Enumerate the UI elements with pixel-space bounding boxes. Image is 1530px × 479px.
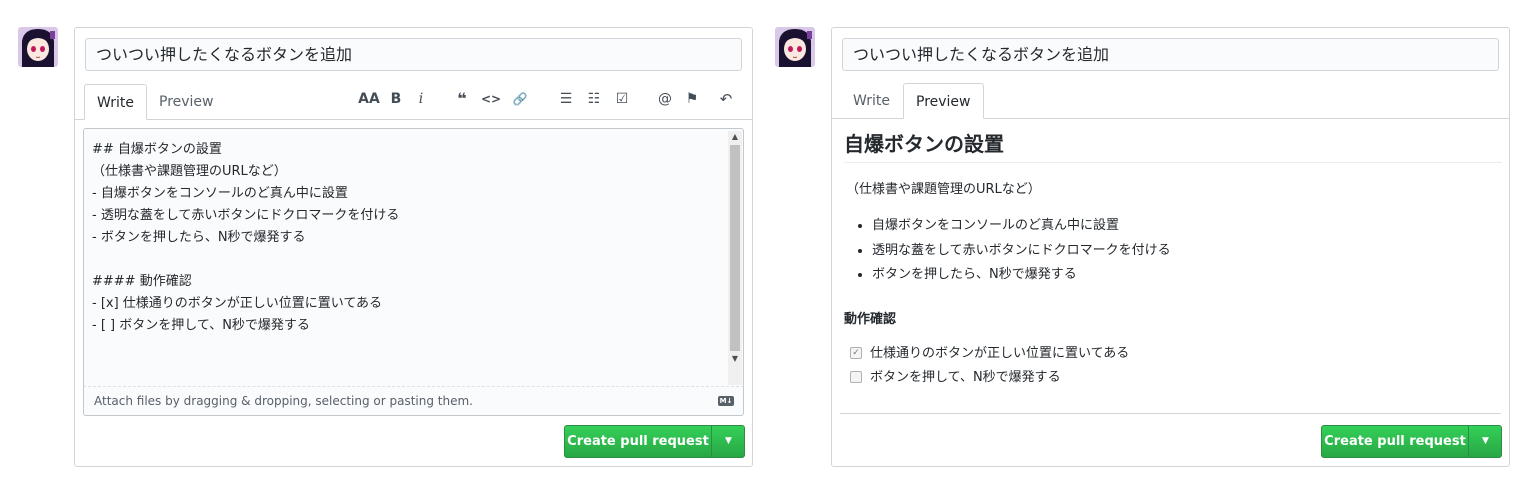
italic-icon[interactable]: i <box>413 88 429 110</box>
attach-text: Attach files by dragging & dropping, sel… <box>94 394 473 408</box>
title-input[interactable]: ついつい押したくなるボタンを追加 <box>85 38 742 71</box>
preview-subheading: 動作確認 <box>844 312 897 327</box>
list-item: ボタンを押したら、N秒で爆発する <box>872 263 1171 288</box>
preview-bullet-list: 自爆ボタンをコンソールのど真ん中に設置 透明な蓋をして赤いボタンにドクロマークを… <box>852 214 1171 288</box>
quote-icon[interactable]: ❝ <box>452 88 472 110</box>
comment-textarea[interactable]: ## 自爆ボタンの設置 （仕様書や課題管理のURLなど） - 自爆ボタンをコンソール… <box>83 128 744 386</box>
tab-preview[interactable]: Preview <box>147 84 226 120</box>
tab-write[interactable]: Write <box>84 84 147 120</box>
create-pull-request-button[interactable]: Create pull request <box>565 426 711 457</box>
task-label: 仕様通りのボタンが正しい位置に置いてある <box>870 346 1130 361</box>
submit-button-group: Create pull request ▼ <box>1321 425 1502 458</box>
comment-form-preview: ついつい押したくなるボタンを追加 Write Preview 自爆ボタンの設置 … <box>831 27 1510 467</box>
title-input[interactable]: ついつい押したくなるボタンを追加 <box>842 38 1499 71</box>
list-item: 自爆ボタンをコンソールのど真ん中に設置 <box>872 214 1171 239</box>
checkbox-checked: ✓ <box>850 346 862 359</box>
scroll-up-arrow[interactable]: ▲ <box>728 131 742 143</box>
unordered-list-icon[interactable]: ☰ <box>556 88 576 110</box>
editor-line: ## 自爆ボタンの設置 <box>92 142 222 157</box>
create-pull-request-button[interactable]: Create pull request <box>1322 426 1468 457</box>
scrollbar[interactable]: ▲ ▼ <box>728 131 742 385</box>
list-item: 透明な蓋をして赤いボタンにドクロマークを付ける <box>872 239 1171 264</box>
mention-icon[interactable]: @ <box>655 88 675 110</box>
preview-paragraph: （仕様書や課題管理のURLなど） <box>846 182 1041 197</box>
preview-heading: 自爆ボタンの設置 <box>844 132 1004 156</box>
task-list-icon[interactable]: ☑ <box>612 88 632 110</box>
editor-line: - 透明な蓋をして赤いボタンにドクロマークを付ける <box>92 208 400 223</box>
bold-icon[interactable]: B <box>387 88 405 110</box>
avatar <box>775 27 815 67</box>
editor-line: - ボタンを押したら、N秒で爆発する <box>92 230 306 245</box>
markdown-icon[interactable]: M↓ <box>718 396 734 406</box>
task-item: ✓ 仕様通りのボタンが正しい位置に置いてある <box>850 342 1129 366</box>
dropdown-caret-icon[interactable]: ▼ <box>1468 426 1501 457</box>
avatar-image <box>18 27 58 67</box>
scroll-thumb[interactable] <box>730 145 740 351</box>
editor-line: （仕様書や課題管理のURLなど） <box>92 164 287 179</box>
editor-content: ## 自爆ボタンの設置 （仕様書や課題管理のURLなど） - 自爆ボタンをコンソール… <box>92 139 399 337</box>
scroll-down-arrow[interactable]: ▼ <box>728 353 742 365</box>
reply-icon[interactable]: ↶ <box>713 88 739 110</box>
link-icon[interactable]: 🔗 <box>509 88 531 110</box>
code-icon[interactable]: <> <box>480 88 502 110</box>
task-label: ボタンを押して、N秒で爆発する <box>870 370 1061 385</box>
editor-line: #### 動作確認 <box>92 274 192 289</box>
avatar <box>18 27 58 67</box>
editor-line: - [x] 仕様通りのボタンが正しい位置に置いてある <box>92 296 383 311</box>
ordered-list-icon[interactable]: ☷ <box>584 88 604 110</box>
checkbox-unchecked <box>850 370 862 383</box>
comment-form-write: ついつい押したくなるボタンを追加 Write Preview AA B i ❝ … <box>74 27 753 467</box>
saved-reply-icon[interactable]: ⚑ <box>682 88 702 110</box>
tab-preview[interactable]: Preview <box>903 83 984 119</box>
task-item: ボタンを押して、N秒で爆発する <box>850 366 1061 390</box>
heading-rule <box>844 162 1502 163</box>
preview-bottom-divider <box>840 413 1501 414</box>
avatar-image <box>775 27 815 67</box>
attach-files-hint[interactable]: Attach files by dragging & dropping, sel… <box>83 386 744 416</box>
editor-line: - [ ] ボタンを押して、N秒で爆発する <box>92 318 310 333</box>
editor-line: - 自爆ボタンをコンソールのど真ん中に設置 <box>92 186 348 201</box>
header-icon[interactable]: AA <box>358 88 380 110</box>
tab-write[interactable]: Write <box>841 83 902 119</box>
dropdown-caret-icon[interactable]: ▼ <box>711 426 744 457</box>
submit-button-group: Create pull request ▼ <box>564 425 745 458</box>
